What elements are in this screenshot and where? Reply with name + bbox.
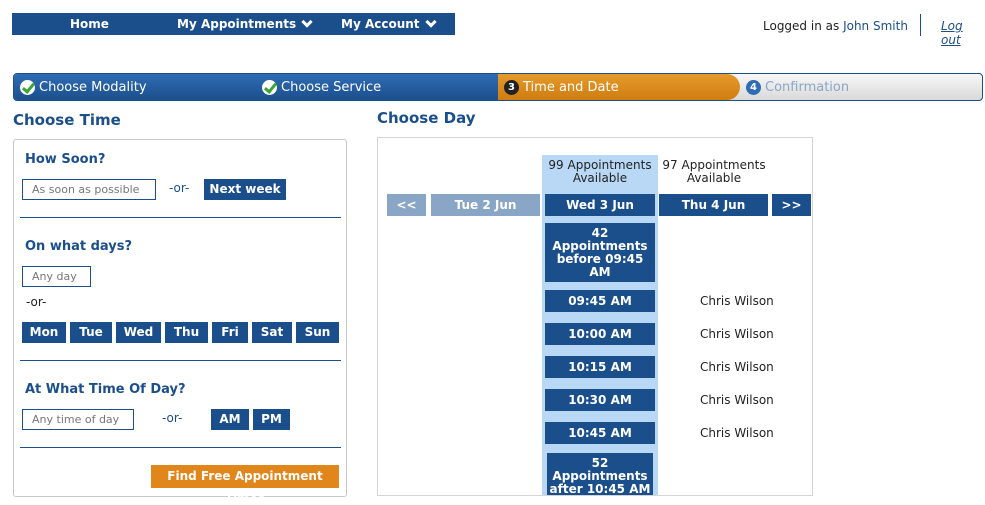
step-label: Confirmation xyxy=(765,79,850,95)
prev-days-button[interactable]: << xyxy=(387,194,426,216)
day-button-tue[interactable]: Tue xyxy=(70,322,112,343)
day-thu-4-jun[interactable]: Thu 4 Jun xyxy=(659,194,768,216)
step-label: Choose Modality xyxy=(39,79,147,95)
or-text: -or- xyxy=(26,295,47,309)
day-button-fri[interactable]: Fri xyxy=(212,322,248,343)
header-divider xyxy=(920,14,921,36)
find-free-appointment-times-button[interactable]: Find Free Appointment Times xyxy=(151,465,339,505)
divider xyxy=(20,360,341,361)
step-number-icon: 3 xyxy=(504,79,519,95)
any-day-field[interactable]: Any day xyxy=(22,266,91,287)
available-count-wed: 99 Appointments Available xyxy=(548,158,652,185)
slot-1045[interactable]: 10:45 AM xyxy=(545,422,655,444)
nav-appointments-label: My Appointments xyxy=(177,17,297,31)
login-prefix: Logged in as xyxy=(763,19,840,33)
day-button-mon[interactable]: Mon xyxy=(22,322,66,343)
choose-time-title: Choose Time xyxy=(13,111,121,129)
pm-button[interactable]: PM xyxy=(253,409,290,430)
time-of-day-field[interactable]: Any time of day xyxy=(22,409,134,430)
day-wed-3-jun[interactable]: Wed 3 Jun xyxy=(545,194,655,216)
slot-person: Chris Wilson xyxy=(700,327,774,341)
how-soon-field[interactable]: As soon as possible xyxy=(22,179,156,200)
nav-account-label: My Account xyxy=(341,17,420,31)
time-of-day-title: At What Time Of Day? xyxy=(25,382,186,397)
logout-link[interactable]: Log out xyxy=(941,19,985,47)
step-label: Time and Date xyxy=(523,79,619,95)
nav-my-appointments[interactable]: My Appointments xyxy=(177,16,313,31)
nav-home-label: Home xyxy=(70,17,109,31)
choose-day-calendar: 99 Appointments Available 97 Appointment… xyxy=(377,137,813,496)
after-appointments-group[interactable]: 52 Appointments after 10:45 AM xyxy=(545,451,655,495)
slot-person: Chris Wilson xyxy=(700,360,774,374)
step-choose-service[interactable]: Choose Service xyxy=(256,74,518,100)
slot-0945[interactable]: 09:45 AM xyxy=(545,290,655,312)
step-number-icon: 4 xyxy=(746,79,761,95)
slot-1000[interactable]: 10:00 AM xyxy=(545,323,655,345)
day-button-wed[interactable]: Wed xyxy=(116,322,161,343)
day-button-sun[interactable]: Sun xyxy=(296,322,339,343)
day-button-thu[interactable]: Thu xyxy=(165,322,208,343)
choose-time-panel: How Soon? As soon as possible -or- Next … xyxy=(13,139,347,505)
login-status: Logged in as John Smith xyxy=(763,19,908,33)
login-user: John Smith xyxy=(843,19,908,33)
step-time-and-date: 3 Time and Date xyxy=(498,74,740,100)
before-appointments-group[interactable]: 42 Appointments before 09:45 AM xyxy=(545,223,655,282)
divider xyxy=(20,217,341,218)
am-button[interactable]: AM xyxy=(211,409,249,430)
slot-1015[interactable]: 10:15 AM xyxy=(545,356,655,378)
chevron-down-icon xyxy=(301,16,313,28)
checkmark-icon xyxy=(262,79,277,95)
top-nav: Home My Appointments My Account xyxy=(12,13,455,35)
nav-my-account[interactable]: My Account xyxy=(341,16,437,31)
divider xyxy=(20,447,341,448)
step-choose-modality[interactable]: Choose Modality xyxy=(14,74,274,100)
day-button-sat[interactable]: Sat xyxy=(252,322,292,343)
choose-day-title: Choose Day xyxy=(377,109,476,127)
next-days-button[interactable]: >> xyxy=(772,194,811,216)
or-text: -or- xyxy=(169,181,190,195)
slot-person: Chris Wilson xyxy=(700,426,774,440)
chevron-down-icon xyxy=(424,16,437,28)
slot-1030[interactable]: 10:30 AM xyxy=(545,389,655,411)
progress-steps: Choose Modality Choose Service 3 Time an… xyxy=(13,73,983,101)
or-text: -or- xyxy=(162,411,183,425)
slot-person: Chris Wilson xyxy=(700,393,774,407)
how-soon-title: How Soon? xyxy=(25,152,106,167)
nav-home[interactable]: Home xyxy=(70,17,109,31)
what-days-title: On what days? xyxy=(25,239,133,254)
available-count-thu: 97 Appointments Available xyxy=(662,158,766,185)
step-label: Choose Service xyxy=(281,79,382,95)
next-week-button[interactable]: Next week xyxy=(204,179,286,200)
slot-person: Chris Wilson xyxy=(700,294,774,308)
step-confirmation: 4 Confirmation xyxy=(740,74,982,100)
day-tue-2-jun[interactable]: Tue 2 Jun xyxy=(431,194,540,216)
checkmark-icon xyxy=(20,79,35,95)
